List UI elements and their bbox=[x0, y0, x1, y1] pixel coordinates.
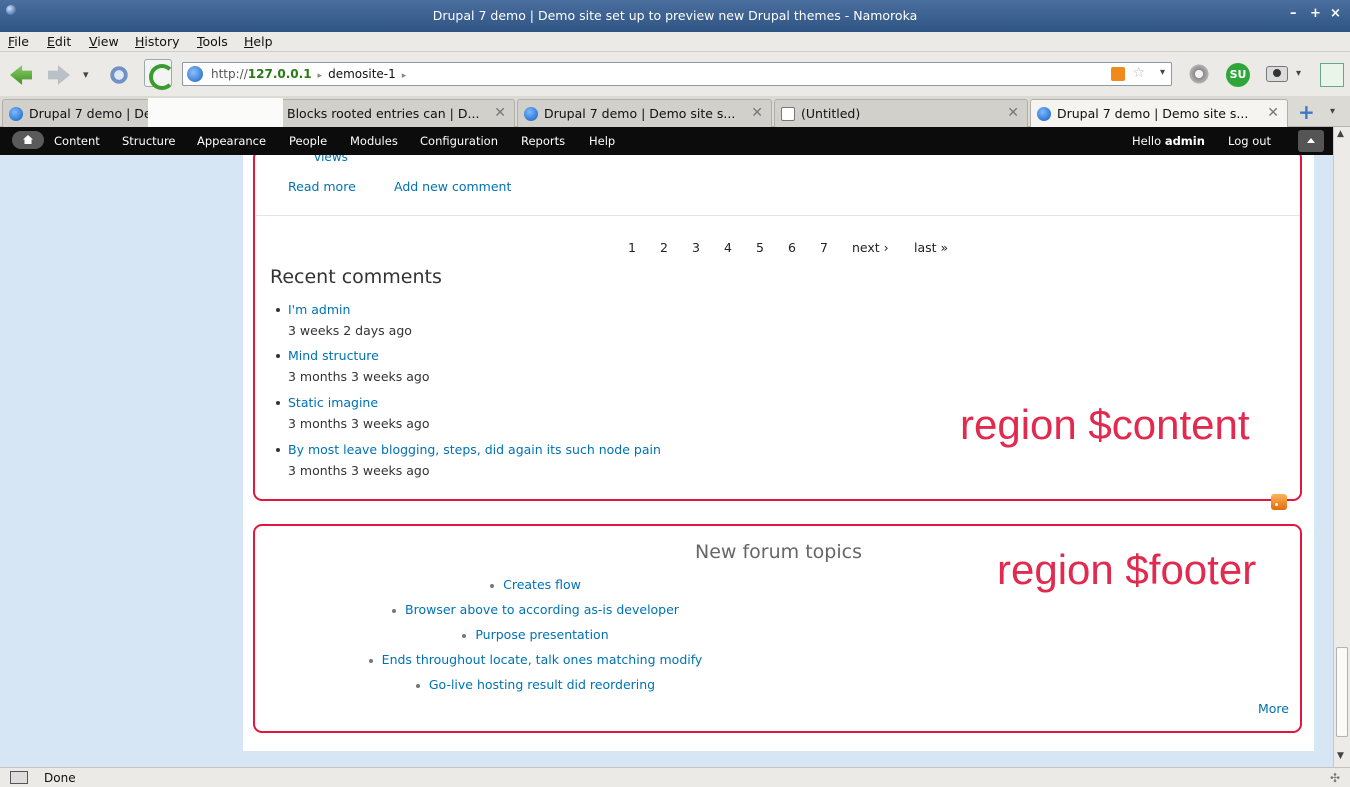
menu-bar: File Edit View History Tools Help bbox=[0, 32, 1350, 52]
tab-list-dropdown-icon[interactable]: ▾ bbox=[1330, 106, 1335, 117]
toolbar-content[interactable]: Content bbox=[54, 134, 100, 148]
toolbar-configuration[interactable]: Configuration bbox=[420, 134, 498, 148]
close-tab-icon[interactable]: ✕ bbox=[1007, 105, 1019, 121]
tab-label: Drupal 7 demo | Demo site s... bbox=[544, 106, 736, 121]
drupal-favicon-icon bbox=[1037, 107, 1051, 121]
resize-grip-icon[interactable]: ✣ bbox=[1330, 771, 1340, 785]
menu-edit[interactable]: Edit bbox=[47, 34, 71, 49]
screenshot-camera-icon[interactable] bbox=[1266, 66, 1288, 82]
tab-label: (Untitled) bbox=[801, 106, 861, 121]
page-viewport: views Read more Add new comment 1 2 3 4 … bbox=[0, 155, 1333, 767]
menu-tools[interactable]: Tools bbox=[197, 34, 228, 49]
address-input[interactable]: http://127.0.0.1 ▸ demosite-1 ▸ bbox=[211, 67, 412, 81]
status-bar: Done ✣ bbox=[0, 767, 1350, 787]
username[interactable]: admin bbox=[1165, 134, 1205, 148]
site-identity-icon[interactable] bbox=[187, 66, 203, 82]
new-forum-topics-title: New forum topics bbox=[695, 541, 862, 563]
hello-user: Hello admin bbox=[1132, 134, 1205, 148]
forum-topic-link[interactable]: Creates flow bbox=[503, 577, 581, 592]
status-text: Done bbox=[44, 771, 76, 785]
region-content-outline bbox=[253, 155, 1302, 501]
forum-topic-item: Go-live hosting result did reordering bbox=[0, 677, 1071, 692]
refresh-button-icon[interactable] bbox=[144, 59, 175, 90]
home-icon[interactable] bbox=[12, 131, 44, 149]
logout-link[interactable]: Log out bbox=[1228, 134, 1271, 148]
toolbar-structure[interactable]: Structure bbox=[122, 134, 176, 148]
forum-topic-link[interactable]: Purpose presentation bbox=[475, 627, 608, 642]
drupal-admin-toolbar: Content Structure Appearance People Modu… bbox=[0, 127, 1333, 155]
toolbar-reports[interactable]: Reports bbox=[521, 134, 565, 148]
scrollbar-thumb[interactable] bbox=[1336, 647, 1348, 737]
stumbleupon-icon[interactable]: SU bbox=[1226, 63, 1250, 87]
close-tab-icon[interactable]: ✕ bbox=[494, 105, 506, 121]
vertical-scrollbar[interactable]: ▲ ▼ bbox=[1333, 127, 1350, 767]
bullet bbox=[490, 583, 495, 588]
bullet bbox=[392, 608, 397, 613]
tab-blocks-rooted[interactable]: Blocks rooted entries can | D... ✕ bbox=[260, 99, 515, 127]
more-forum-link[interactable]: More bbox=[1258, 701, 1289, 716]
address-bar[interactable]: http://127.0.0.1 ▸ demosite-1 ▸ ☆ ▾ bbox=[182, 62, 1172, 86]
menu-history[interactable]: History bbox=[135, 34, 179, 49]
rss-feed-icon[interactable] bbox=[1271, 494, 1287, 510]
toolbar-help[interactable]: Help bbox=[589, 134, 615, 148]
toolbar-people[interactable]: People bbox=[289, 134, 327, 148]
feed-icon[interactable] bbox=[1111, 67, 1125, 81]
forum-topic-item: Browser above to according as-is develop… bbox=[0, 602, 1071, 617]
scroll-up-icon[interactable]: ▲ bbox=[1337, 129, 1344, 139]
forum-topic-link[interactable]: Ends throughout locate, talk ones matchi… bbox=[382, 652, 703, 667]
tab-label: Blocks rooted entries can | D... bbox=[287, 106, 480, 121]
minimize-button[interactable]: – bbox=[1290, 6, 1297, 21]
tab-label: Drupal 7 demo | De bbox=[29, 106, 152, 121]
tab-drupal-demo-active[interactable]: Drupal 7 demo | Demo site s... ✕ bbox=[1030, 99, 1288, 127]
bookmark-star-icon[interactable]: ☆ bbox=[1132, 65, 1145, 81]
drupal-favicon-icon bbox=[524, 107, 538, 121]
bullet bbox=[462, 633, 467, 638]
scroll-down-icon[interactable]: ▼ bbox=[1337, 751, 1344, 761]
drupal-favicon-icon bbox=[9, 107, 23, 121]
close-window-button[interactable]: × bbox=[1330, 6, 1341, 21]
tab-hover-tooltip bbox=[148, 98, 283, 128]
forum-topic-item: Creates flow bbox=[0, 577, 1071, 592]
tab-untitled[interactable]: (Untitled) ✕ bbox=[774, 99, 1028, 127]
maximize-button[interactable]: + bbox=[1310, 6, 1321, 21]
forum-topic-link[interactable]: Go-live hosting result did reordering bbox=[429, 677, 655, 692]
forum-topic-item: Ends throughout locate, talk ones matchi… bbox=[0, 652, 1071, 667]
menu-file[interactable]: File bbox=[8, 34, 29, 49]
history-dropdown-icon[interactable]: ▾ bbox=[83, 68, 89, 81]
toolbar-modules[interactable]: Modules bbox=[350, 134, 398, 148]
menu-view[interactable]: View bbox=[89, 34, 119, 49]
tab-drupal-demo-2[interactable]: Drupal 7 demo | Demo site s... ✕ bbox=[517, 99, 772, 127]
tab-label: Drupal 7 demo | Demo site s... bbox=[1057, 106, 1249, 121]
forum-topic-item: Purpose presentation bbox=[0, 627, 1071, 642]
bullet bbox=[368, 658, 373, 663]
new-tab-icon[interactable]: + bbox=[1298, 100, 1315, 124]
bullet bbox=[415, 683, 420, 688]
close-tab-icon[interactable]: ✕ bbox=[751, 105, 763, 121]
status-panel-icon bbox=[10, 771, 28, 784]
window-title: Drupal 7 demo | Demo site set up to prev… bbox=[432, 8, 918, 23]
blank-page-icon bbox=[781, 107, 795, 121]
menu-help[interactable]: Help bbox=[244, 34, 273, 49]
region-content-label: region $content bbox=[960, 401, 1250, 448]
gear-icon[interactable] bbox=[1188, 63, 1210, 85]
close-tab-icon[interactable]: ✕ bbox=[1267, 105, 1279, 121]
resize-window-icon[interactable] bbox=[1320, 63, 1344, 87]
window-titlebar: Drupal 7 demo | Demo site set up to prev… bbox=[0, 0, 1350, 32]
url-dropdown-icon[interactable]: ▾ bbox=[1160, 67, 1165, 78]
camera-dropdown-icon[interactable]: ▾ bbox=[1296, 68, 1301, 79]
toolbar-toggle-icon[interactable] bbox=[1298, 130, 1324, 152]
reload-icon[interactable] bbox=[108, 64, 130, 86]
toolbar-appearance[interactable]: Appearance bbox=[197, 134, 266, 148]
forum-topic-link[interactable]: Browser above to according as-is develop… bbox=[405, 602, 679, 617]
